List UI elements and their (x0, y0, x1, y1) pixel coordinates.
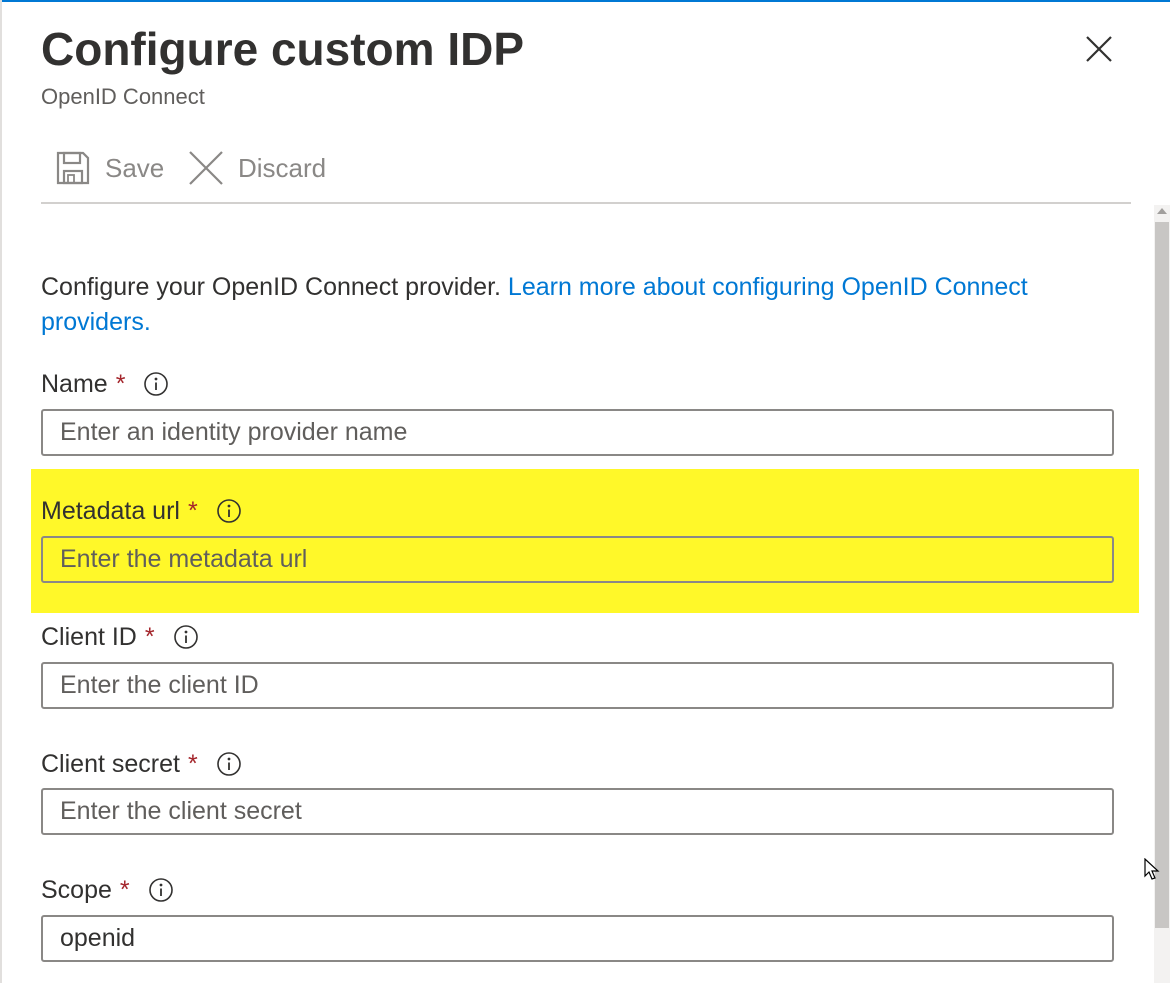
required-asterisk: * (187, 749, 198, 778)
scrollbar-thumb[interactable] (1155, 222, 1169, 928)
client-id-info-button[interactable] (173, 624, 199, 650)
required-asterisk: * (119, 875, 130, 904)
panel-left-border (0, 0, 2, 983)
info-icon (216, 752, 241, 776)
client-secret-label: Client secret (41, 749, 180, 778)
metadata-url-label: Metadata url (41, 496, 180, 525)
scope-label: Scope (41, 875, 112, 904)
client-secret-label-row: Client secret * (41, 749, 242, 779)
metadata-url-info-button[interactable] (216, 498, 242, 524)
description-text: Configure your OpenID Connect provider. (41, 273, 508, 301)
name-input[interactable] (41, 409, 1114, 456)
page-title: Configure custom IDP (41, 23, 525, 75)
top-border (0, 0, 1170, 2)
scope-input[interactable] (41, 915, 1114, 962)
description: Configure your OpenID Connect provider. … (41, 270, 1121, 340)
name-info-button[interactable] (143, 371, 169, 397)
required-asterisk: * (144, 622, 155, 651)
close-button[interactable] (1082, 32, 1116, 66)
metadata-url-input[interactable] (41, 536, 1114, 583)
discard-icon (189, 151, 223, 185)
client-secret-info-button[interactable] (216, 751, 242, 777)
save-button[interactable]: Save (55, 148, 164, 188)
name-label-row: Name * (41, 369, 169, 399)
required-asterisk: * (115, 369, 126, 398)
info-icon (173, 625, 198, 649)
client-secret-input[interactable] (41, 788, 1114, 835)
required-asterisk: * (187, 496, 198, 525)
client-id-input[interactable] (41, 662, 1114, 709)
command-bar: Save Discard (41, 140, 1131, 204)
page-subtitle: OpenID Connect (41, 84, 205, 109)
scope-info-button[interactable] (148, 877, 174, 903)
info-icon (148, 878, 173, 902)
save-icon (56, 151, 90, 185)
scope-label-row: Scope * (41, 875, 174, 905)
client-id-label: Client ID (41, 622, 137, 651)
client-id-label-row: Client ID * (41, 622, 199, 652)
discard-label: Discard (238, 152, 327, 183)
name-label: Name (41, 369, 108, 398)
close-icon (1086, 36, 1112, 62)
info-icon (144, 372, 169, 396)
scroll-up-arrow-icon[interactable] (1157, 208, 1167, 214)
metadata-url-label-row: Metadata url * (41, 496, 242, 526)
mouse-cursor-icon (1144, 858, 1160, 880)
discard-button[interactable]: Discard (188, 148, 326, 188)
info-icon (216, 499, 241, 523)
save-label: Save (105, 152, 165, 183)
